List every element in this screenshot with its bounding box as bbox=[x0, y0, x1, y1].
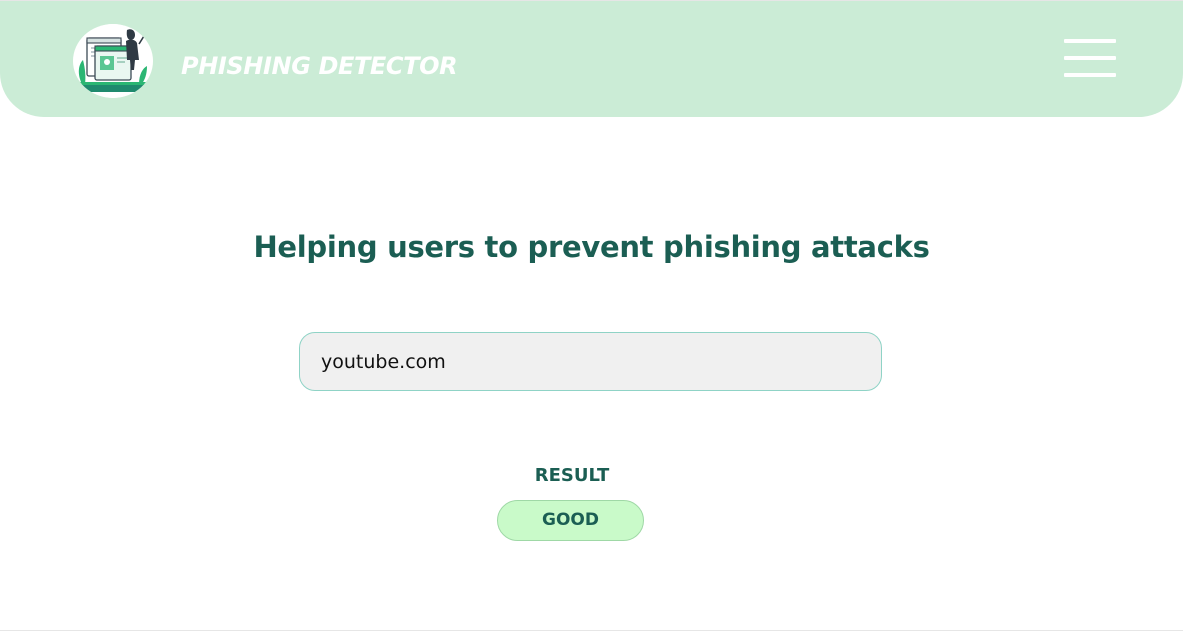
brand-title: PHISHING DETECTOR bbox=[181, 52, 458, 80]
top-header: PHISHING DETECTOR bbox=[0, 1, 1183, 117]
menu-bar-top bbox=[1064, 39, 1116, 43]
result-label: RESULT bbox=[534, 465, 610, 486]
page-headline: Helping users to prevent phishing attack… bbox=[253, 230, 930, 264]
url-input[interactable] bbox=[299, 332, 882, 391]
phishing-hacker-illustration-icon[interactable] bbox=[73, 24, 153, 98]
menu-bar-middle bbox=[1064, 56, 1116, 60]
logo-illustration bbox=[76, 24, 150, 98]
hamburger-menu-icon[interactable] bbox=[1062, 37, 1118, 79]
page: PHISHING DETECTOR Helping users to preve… bbox=[0, 0, 1183, 631]
menu-bar-bottom bbox=[1064, 73, 1116, 77]
result-badge: GOOD bbox=[497, 500, 644, 541]
